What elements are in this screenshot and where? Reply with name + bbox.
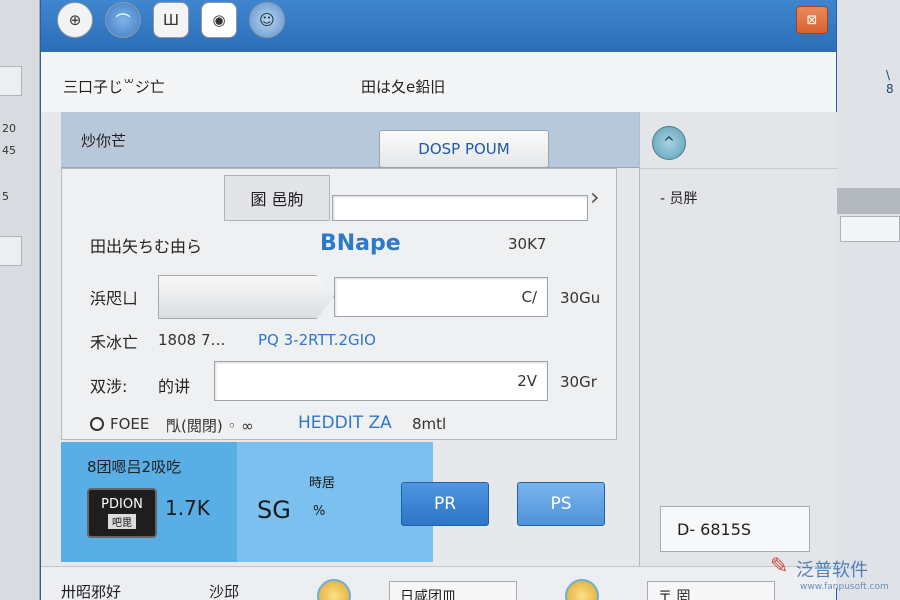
summary-value-2: SG — [257, 496, 291, 524]
row4-unit: 30Gr — [560, 373, 597, 391]
user-icon[interactable]: ☺ — [249, 2, 285, 38]
row3-label: 禾冰亡 — [90, 333, 139, 352]
row4-label2: 的讲 — [158, 377, 191, 396]
watermark: ✎ 泛普软件 www.fanpusoft.com — [770, 550, 900, 600]
row1-value: BNape — [320, 231, 401, 256]
form-tag: 圂 邑朐 — [224, 175, 330, 221]
radio-label: FOEE — [110, 415, 150, 433]
radio-button[interactable] — [90, 417, 104, 431]
right-hint: - 员胖 — [660, 191, 698, 207]
left-column: 炒你芒 DOSP POUM 圂 邑朐 › 田出矢ちむ由ら BNape 30K7 … — [61, 112, 639, 588]
background-text: 45 — [2, 144, 16, 157]
pdion-badge[interactable]: PDION 吧毘 — [87, 488, 157, 538]
bottom-text-left: 卅昭邪好 — [61, 583, 122, 600]
radio-text: 閄(閲閉) ◦ ∞ — [166, 417, 254, 435]
group-title: 炒你芒 — [81, 132, 127, 150]
bottom-box-2[interactable]: 〒 罔 — [647, 581, 775, 600]
row2-unit: 30Gu — [560, 289, 601, 307]
record-icon[interactable]: ◉ — [201, 2, 237, 38]
badge-main: PDION — [101, 497, 143, 512]
right-panel: ^ - 员胖 D- 6815S — [639, 112, 838, 588]
background-field — [840, 216, 900, 242]
background-text: \ 8 — [886, 68, 894, 96]
group-header: 炒你芒 DOSP POUM — [61, 112, 639, 168]
titlebar: ⊕ ⌒ Ш ◉ ☺ ⊠ — [41, 0, 836, 52]
row4-label: 双涉: — [90, 377, 128, 396]
summary-label-2: 時居 — [309, 476, 336, 491]
bottom-bar: 卅昭邪好 沙邱 日咸团皿 〒 罔 — [41, 566, 836, 600]
fanpu-logo-icon: ✎ — [770, 554, 789, 579]
background-field — [0, 66, 22, 96]
background-text: 20 — [2, 122, 16, 135]
row4-input[interactable]: 2V — [214, 361, 548, 401]
row3-text: 1808 7… — [158, 331, 226, 349]
right-field[interactable]: D- 6815S — [660, 506, 810, 552]
background-text: 5 — [2, 190, 9, 203]
background-band — [836, 188, 900, 214]
menu-item-center[interactable]: 田は夂е鉛旧 — [361, 76, 445, 97]
coin-icon[interactable] — [317, 579, 351, 600]
chevron-up-icon[interactable]: ^ — [652, 126, 686, 160]
row3-accent: PQ 3-2RTT.2GIO — [258, 331, 376, 349]
summary-panel: 8团嗯吕2吸吃 PDION 吧毘 1.7K 時居 SG % — [61, 442, 433, 562]
row1-label: 田出矢ちむ由ら — [90, 237, 203, 256]
watermark-name: 泛普软件 — [796, 560, 868, 581]
ps-button[interactable]: PS — [517, 482, 605, 526]
dosp-button[interactable]: DOSP POUM — [379, 130, 549, 168]
pr-button[interactable]: PR — [401, 482, 489, 526]
summary-value-2-unit: % — [313, 504, 326, 519]
background-window-left: 20 45 5 — [0, 0, 40, 600]
radio-accent: HEDDIT ZA — [298, 413, 392, 433]
summary-value-1: 1.7K — [165, 496, 210, 520]
row2-segment[interactable] — [158, 275, 334, 319]
badge-sub: 吧毘 — [108, 514, 136, 529]
summary-title: 8团嗯吕2吸吃 — [87, 458, 182, 476]
row2-label: 浜咫ㄩ — [90, 289, 139, 308]
background-window-right: \ 8 — [836, 0, 900, 600]
coin-icon[interactable] — [565, 579, 599, 600]
row1-unit: 30K7 — [508, 235, 547, 253]
radio-tail: 8mtl — [412, 415, 447, 433]
bottom-box-1[interactable]: 日咸团皿 — [389, 581, 517, 600]
top-input[interactable] — [332, 195, 588, 221]
grid-icon[interactable]: Ш — [153, 2, 189, 38]
cloud-icon[interactable]: ⌒ — [105, 2, 141, 38]
menu-item-left[interactable]: 三口子じ꒳ジ亡 — [63, 76, 165, 97]
form-panel: 圂 邑朐 › 田出矢ちむ由ら BNape 30K7 浜咫ㄩ C/ 30Gu 禾冰… — [61, 168, 617, 440]
menubar: 三口子じ꒳ジ亡 田は夂е鉛旧 — [41, 52, 836, 112]
globe-icon[interactable]: ⊕ — [57, 2, 93, 38]
chevron-right-icon[interactable]: › — [590, 183, 610, 211]
close-button[interactable]: ⊠ — [796, 6, 828, 34]
watermark-url: www.fanpusoft.com — [800, 582, 889, 592]
divider — [640, 168, 838, 169]
row2-input[interactable]: C/ — [334, 277, 548, 317]
background-field — [0, 236, 22, 266]
main-window: ⊕ ⌒ Ш ◉ ☺ ⊠ 三口子じ꒳ジ亡 田は夂е鉛旧 炒你芒 DOSP POUM… — [40, 0, 838, 600]
bottom-text-mid: 沙邱 — [209, 583, 240, 600]
